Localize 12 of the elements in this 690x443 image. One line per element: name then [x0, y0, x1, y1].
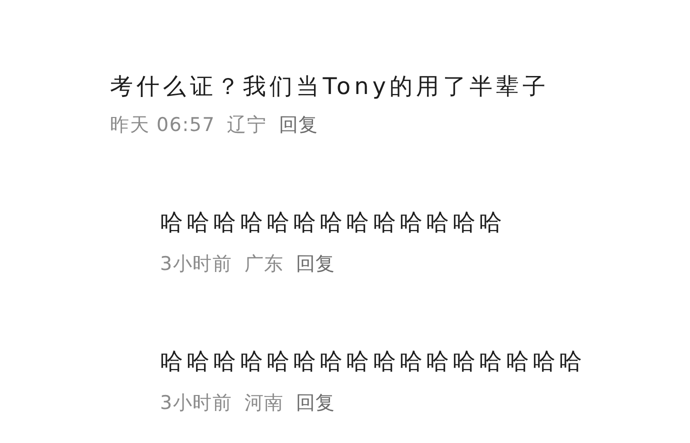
comment-location: 辽宁 — [227, 113, 267, 137]
comment-time: 3小时前 — [160, 252, 232, 276]
comment-text: 哈哈哈哈哈哈哈哈哈哈哈哈哈哈哈哈 — [160, 348, 586, 376]
comment-location: 广东 — [244, 252, 284, 276]
reply-link[interactable]: 回复 — [296, 391, 336, 415]
comment-time: 3小时前 — [160, 391, 232, 415]
comment-time: 昨天 06:57 — [110, 113, 216, 137]
comment-location: 河南 — [244, 391, 284, 415]
reply-link[interactable]: 回复 — [278, 113, 318, 137]
comment-text: 哈哈哈哈哈哈哈哈哈哈哈哈哈 — [160, 209, 506, 237]
comment-text: 考什么证？我们当Tony的用了半辈子 — [110, 73, 550, 101]
reply-link[interactable]: 回复 — [296, 252, 336, 276]
